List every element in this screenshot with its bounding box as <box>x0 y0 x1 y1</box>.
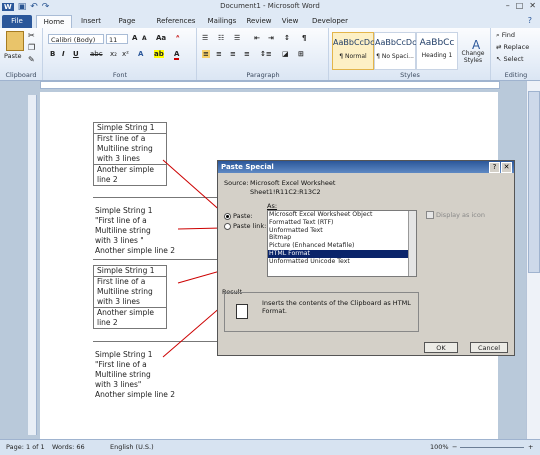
clipboard-icon <box>236 304 248 319</box>
list-item[interactable]: Unformatted Unicode Text <box>268 258 416 266</box>
ok-button[interactable]: OK <box>424 342 458 353</box>
dialog-close-icon[interactable]: ✕ <box>501 162 512 173</box>
listbox-scrollbar[interactable] <box>408 211 416 276</box>
source-range: Sheet1!R11C2:R13C2 <box>250 188 321 196</box>
status-page[interactable]: Page: 1 of 1 <box>6 443 45 451</box>
display-as-icon-label: Display as icon <box>436 211 485 219</box>
as-label: As: <box>267 202 278 210</box>
source-value: Microsoft Excel Worksheet <box>250 179 336 187</box>
paste-link-radio-label[interactable]: Paste link: <box>233 222 266 230</box>
status-words[interactable]: Words: 66 <box>52 443 85 451</box>
list-item[interactable]: Picture (Enhanced Metafile) <box>268 242 416 250</box>
zoom-in-icon[interactable]: + <box>528 443 533 451</box>
paste-as-listbox[interactable]: Microsoft Excel Worksheet Object Formatt… <box>267 210 417 277</box>
paste-link-radio[interactable] <box>224 223 231 230</box>
paste-radio-label[interactable]: Paste: <box>233 212 253 220</box>
source-label: Source: <box>224 179 249 187</box>
cancel-button[interactable]: Cancel <box>470 342 508 353</box>
list-item[interactable]: Formatted Text (RTF) <box>268 219 416 227</box>
dialog-title: Paste Special <box>218 161 514 173</box>
paste-special-dialog: Paste Special ? ✕ Source: Microsoft Exce… <box>217 160 515 356</box>
result-text: Inserts the contents of the Clipboard as… <box>262 299 411 315</box>
display-as-icon-checkbox[interactable] <box>426 211 434 219</box>
zoom-out-icon[interactable]: − <box>452 443 457 451</box>
list-item[interactable]: Unformatted Text <box>268 227 416 235</box>
dialog-title-buttons: ? ✕ <box>489 162 512 173</box>
paste-radio[interactable] <box>224 213 231 220</box>
dialog-help-icon[interactable]: ? <box>489 162 500 173</box>
list-item[interactable]: Bitmap <box>268 234 416 242</box>
result-box: Inserts the contents of the Clipboard as… <box>224 292 419 332</box>
status-zoom[interactable]: 100% <box>430 443 449 451</box>
status-bar: Page: 1 of 1 Words: 66 English (U.S.) 10… <box>0 439 540 455</box>
zoom-slider[interactable] <box>460 447 524 448</box>
list-item[interactable]: Microsoft Excel Worksheet Object <box>268 211 416 219</box>
status-language[interactable]: English (U.S.) <box>110 443 154 451</box>
list-item-selected[interactable]: HTML Format <box>268 249 416 258</box>
